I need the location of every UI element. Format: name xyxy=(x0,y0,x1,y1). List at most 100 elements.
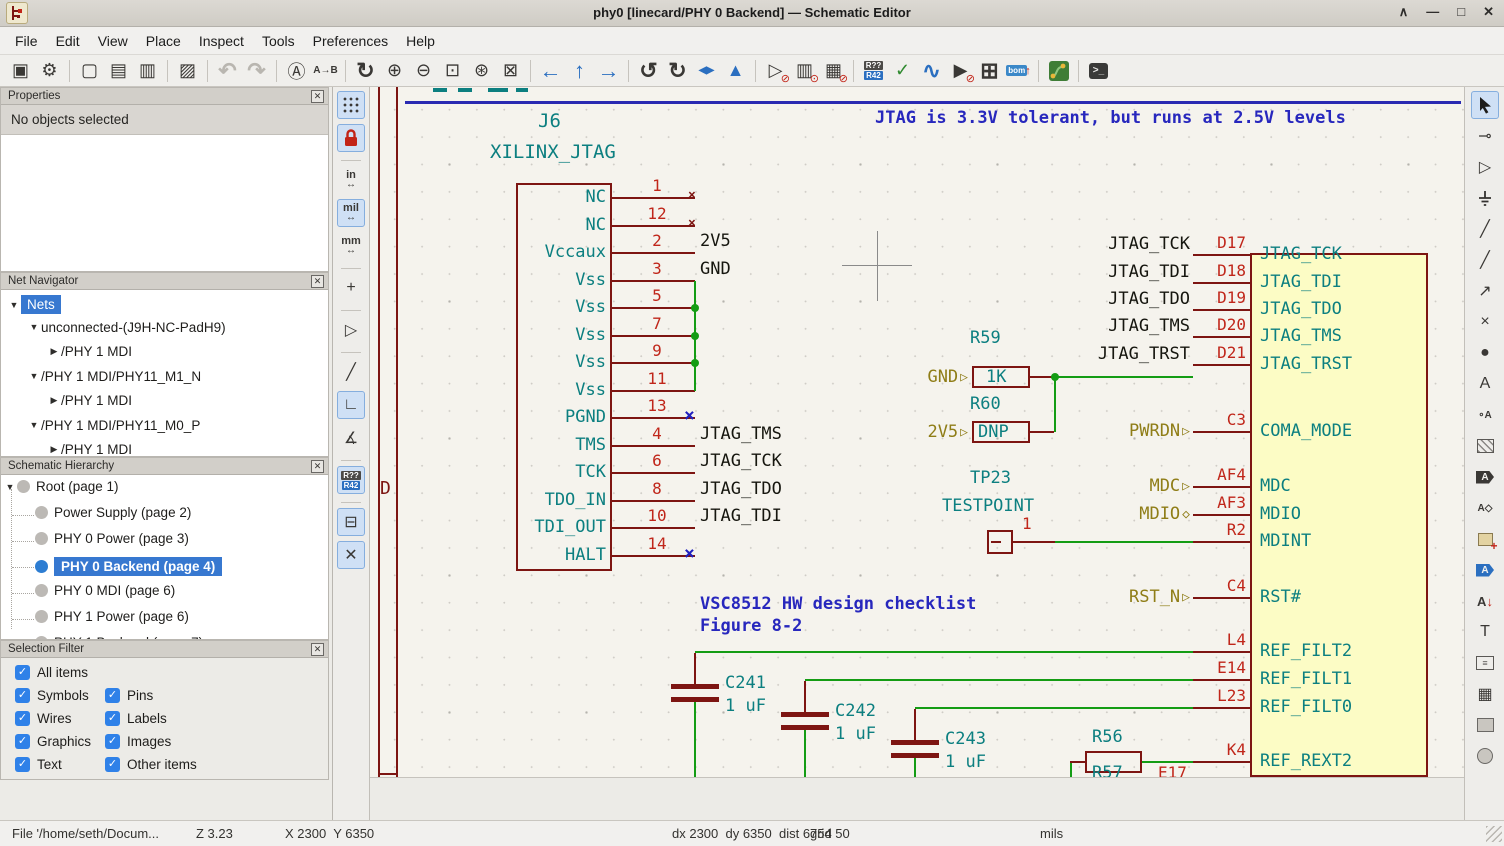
wire[interactable] xyxy=(1070,761,1085,763)
pin-line[interactable] xyxy=(612,445,695,447)
capacitor-ref[interactable]: C241 xyxy=(725,674,766,693)
place-symbol-icon[interactable]: ▷ xyxy=(1471,153,1499,181)
collapse-arrow-icon[interactable]: ▼ xyxy=(7,300,21,310)
wire[interactable] xyxy=(694,702,696,777)
refresh-icon[interactable]: ↻ xyxy=(352,57,379,84)
net-navigator-header[interactable]: Net Navigator ✕ xyxy=(1,273,328,290)
checkbox-icon[interactable]: ✓ xyxy=(15,688,30,703)
zoom-fit-icon[interactable]: ⊡ xyxy=(439,57,466,84)
grid-overrides-icon[interactable] xyxy=(337,124,365,152)
wire[interactable] xyxy=(991,541,1001,543)
checkbox-icon[interactable]: ✓ xyxy=(15,665,30,680)
export-bom-icon[interactable]: bom↑ xyxy=(1005,57,1032,84)
netclass-label-icon[interactable]: ∘A xyxy=(1471,401,1499,429)
pin-line[interactable] xyxy=(1193,597,1250,599)
checkbox-icon[interactable]: ✓ xyxy=(105,688,120,703)
capacitor-plate[interactable] xyxy=(781,712,829,717)
sheet-label[interactable]: Power Supply (page 2) xyxy=(54,505,191,520)
sheet-border[interactable] xyxy=(378,773,398,775)
close-button[interactable]: ✕ xyxy=(1483,4,1494,20)
net-tree-item[interactable]: ▼Nets xyxy=(7,295,61,314)
checkbox-icon[interactable]: ✓ xyxy=(105,734,120,749)
zoom-selection-icon[interactable]: ⊠ xyxy=(497,57,524,84)
place-power-port-icon[interactable] xyxy=(1471,184,1499,212)
pin-line[interactable] xyxy=(612,197,695,199)
resistor-value[interactable]: 1K xyxy=(986,368,1006,387)
assign-footprints-icon[interactable]: ▶⊘ xyxy=(947,57,974,84)
resistor-value[interactable]: DNP xyxy=(978,423,1009,442)
collapse-arrow-icon[interactable]: ▼ xyxy=(3,482,17,492)
expand-arrow-icon[interactable]: ▶ xyxy=(47,346,61,357)
highlight-net-icon[interactable]: ⊸ xyxy=(1471,122,1499,150)
wire[interactable] xyxy=(804,730,806,777)
pin-line[interactable] xyxy=(612,362,695,364)
net-label[interactable]: /PHY 1 MDI xyxy=(61,393,132,408)
menu-view[interactable]: View xyxy=(89,28,137,54)
net-label[interactable]: JTAG_TDI xyxy=(1060,263,1190,282)
rule-area-icon[interactable] xyxy=(1471,432,1499,460)
sheet-item[interactable]: PHY 0 Power (page 3) xyxy=(35,531,189,546)
redo-icon[interactable]: ↷ xyxy=(243,57,270,84)
net-label[interactable]: JTAG_TDO xyxy=(1060,290,1190,309)
import-sheet-pin-icon[interactable]: A↓ xyxy=(1471,587,1499,615)
bus-entry-icon[interactable]: ↗ xyxy=(1471,277,1499,305)
mirror-v-icon[interactable]: ▲ xyxy=(722,57,749,84)
pin-line[interactable] xyxy=(1193,761,1250,763)
expand-arrow-icon[interactable]: ▶ xyxy=(47,395,61,406)
wire[interactable] xyxy=(915,707,1193,709)
connector-value[interactable]: XILINX_JTAG xyxy=(490,142,616,163)
undo-icon[interactable]: ↶ xyxy=(214,57,241,84)
minimize-button[interactable]: — xyxy=(1426,4,1439,20)
sheet-item[interactable]: PHY 1 Power (page 6) xyxy=(35,609,189,624)
net-label[interactable]: /PHY 1 MDI xyxy=(61,442,132,456)
filter-graphics[interactable]: ✓Graphics xyxy=(15,734,91,749)
sheet-item[interactable]: PHY 0 Backend (page 4) xyxy=(35,557,222,576)
plot-icon[interactable]: ▥ xyxy=(134,57,161,84)
wire[interactable] xyxy=(914,758,916,777)
draw-bus-icon[interactable]: ╱ xyxy=(1471,246,1499,274)
pin-line[interactable] xyxy=(612,252,695,254)
open-pcb-editor-icon[interactable] xyxy=(1045,57,1072,84)
menu-inspect[interactable]: Inspect xyxy=(190,28,253,54)
hier-label-2v5[interactable]: 2V5▷ xyxy=(872,422,968,442)
toggle-grid-icon[interactable] xyxy=(337,91,365,119)
place-text-icon[interactable]: T xyxy=(1471,618,1499,646)
close-icon[interactable]: ✕ xyxy=(311,643,324,656)
wire[interactable] xyxy=(694,653,696,684)
hier-label-icon[interactable]: A xyxy=(1471,556,1499,584)
collapse-arrow-icon[interactable]: ▼ xyxy=(27,371,41,381)
filter-text[interactable]: ✓Text xyxy=(15,757,62,772)
erc-icon[interactable]: ✓ xyxy=(889,57,916,84)
checkbox-icon[interactable]: ✓ xyxy=(15,757,30,772)
find-replace-icon[interactable]: A→B xyxy=(312,57,339,84)
net-label[interactable]: JTAG_TDO xyxy=(700,480,782,499)
capacitor-value[interactable]: 1 uF xyxy=(725,697,766,716)
rotate-ccw-icon[interactable]: ↺ xyxy=(635,57,662,84)
filter-symbols[interactable]: ✓Symbols xyxy=(15,688,89,703)
hier-label-gnd[interactable]: GND▷ xyxy=(872,367,968,387)
net-label[interactable]: JTAG_TDI xyxy=(700,507,782,526)
capacitor-ref[interactable]: C242 xyxy=(835,702,876,721)
net-label[interactable]: JTAG_TCK xyxy=(700,452,782,471)
shade-button[interactable]: ∧ xyxy=(1399,4,1409,20)
net-label[interactable]: JTAG_TRST xyxy=(1060,345,1190,364)
close-icon[interactable]: ✕ xyxy=(311,460,324,473)
wire[interactable] xyxy=(695,651,1193,653)
wire[interactable] xyxy=(1070,763,1072,777)
pin-line[interactable] xyxy=(612,472,695,474)
expand-arrow-icon[interactable]: ▶ xyxy=(47,444,61,455)
filter-images[interactable]: ✓Images xyxy=(105,734,171,749)
close-icon[interactable]: ✕ xyxy=(311,275,324,288)
hierarchy-header[interactable]: Schematic Hierarchy ✕ xyxy=(1,458,328,475)
edit-footprint-icon[interactable]: ▦⊘ xyxy=(820,57,847,84)
sheet-label[interactable]: PHY 0 Power (page 3) xyxy=(54,531,189,546)
paste-icon[interactable]: ▨ xyxy=(174,57,201,84)
pin-line[interactable] xyxy=(1193,679,1250,681)
capacitor-ref[interactable]: C243 xyxy=(945,730,986,749)
filter-pins[interactable]: ✓Pins xyxy=(105,688,153,703)
resistor-ref[interactable]: R59 xyxy=(970,329,1001,348)
net-label[interactable]: unconnected-(J9H-NC-PadH9) xyxy=(41,320,226,335)
pin-line[interactable] xyxy=(612,390,695,392)
filter-wires[interactable]: ✓Wires xyxy=(15,711,72,726)
sheet-border[interactable] xyxy=(378,87,380,777)
